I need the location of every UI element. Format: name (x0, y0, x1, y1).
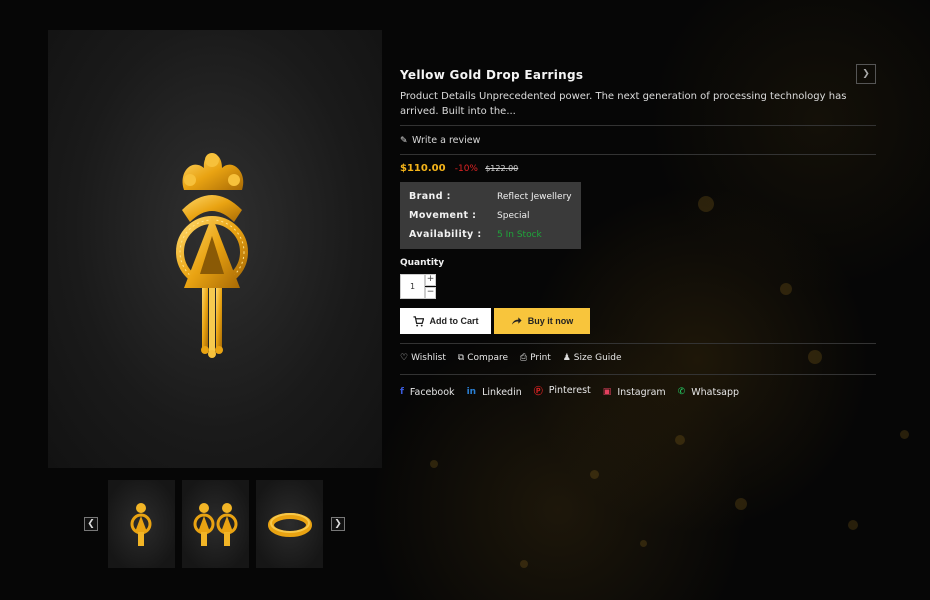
pinterest-label: Pinterest (548, 385, 591, 396)
pendant-thumb-image (130, 503, 152, 546)
product-actions: ♡ Wishlist ⧉ Compare ⎙ Print ♟ Size Guid… (400, 353, 631, 363)
pinterest-icon: Ⓟ (533, 387, 543, 397)
spec-row-movement: Movement : Special (409, 210, 529, 221)
copy-icon: ⧉ (457, 353, 465, 363)
heart-icon: ♡ (400, 353, 409, 363)
pencil-icon: ✎ (400, 136, 408, 146)
product-main-image[interactable] (48, 30, 382, 468)
size-guide-label: Size Guide (573, 353, 622, 363)
ring-thumb-image (268, 513, 312, 537)
spec-row-brand: Brand : Reflect Jewellery (409, 191, 572, 202)
stock-status: 5 In Stock (497, 230, 542, 240)
thumbnail-1[interactable] (108, 480, 175, 568)
quantity-label: Quantity (400, 258, 445, 268)
spec-key: Movement : (409, 210, 477, 221)
buy-now-label: Buy it now (527, 316, 574, 326)
spec-value: Reflect Jewellery (497, 192, 572, 202)
thumbnail-2[interactable] (182, 480, 249, 568)
spec-value: Special (497, 211, 530, 221)
quantity-increment-button[interactable]: + (425, 274, 436, 286)
print-label: Print (530, 353, 551, 363)
next-product-button[interactable]: ❯ (856, 64, 876, 84)
quantity-decrement-button[interactable]: − (425, 287, 436, 299)
product-title: Yellow Gold Drop Earrings (400, 68, 584, 82)
linkedin-label: Linkedin (482, 386, 522, 398)
chevron-right-icon: ❯ (334, 519, 342, 529)
divider (400, 125, 876, 126)
cart-icon (412, 315, 424, 327)
price-row: $110.00 -10% $122.00 (400, 163, 518, 174)
add-to-cart-button[interactable]: Add to Cart (400, 308, 491, 334)
thumb-next-button[interactable]: ❯ (331, 517, 345, 531)
thumb-prev-button[interactable]: ❮ (84, 517, 98, 531)
share-arrow-icon (511, 316, 522, 326)
wishlist-label: Wishlist (411, 353, 446, 363)
instagram-icon: ▣ (602, 387, 612, 397)
instagram-label: Instagram (617, 386, 666, 398)
earring-image (176, 153, 248, 358)
facebook-share-link[interactable]: f Facebook (400, 387, 455, 398)
write-review-label: Write a review (412, 135, 481, 146)
divider (400, 374, 876, 375)
whatsapp-label: Whatsapp (691, 386, 740, 398)
pinterest-share-link[interactable]: Ⓟ Pinterest (534, 384, 591, 397)
person-icon: ♟ (562, 353, 571, 363)
divider (400, 154, 876, 155)
add-to-cart-label: Add to Cart (429, 316, 479, 326)
linkedin-share-link[interactable]: in Linkedin (467, 387, 522, 398)
old-price: $122.00 (485, 164, 519, 173)
chevron-left-icon: ❮ (87, 519, 95, 529)
spec-key: Availability : (409, 229, 482, 240)
spec-row-availability: Availability : 5 In Stock (409, 229, 542, 240)
divider (400, 343, 876, 344)
compare-label: Compare (467, 353, 509, 363)
linkedin-icon: in (466, 387, 477, 397)
write-review-link[interactable]: ✎ Write a review (400, 135, 480, 146)
quantity-input[interactable]: 1 (400, 274, 425, 299)
print-link[interactable]: ⎙ Print (520, 353, 551, 363)
social-share: f Facebook in Linkedin Ⓟ Pinterest ▣ Ins… (400, 384, 748, 398)
current-price: $110.00 (400, 163, 446, 174)
buy-now-button[interactable]: Buy it now (494, 308, 590, 334)
wishlist-link[interactable]: ♡ Wishlist (400, 353, 446, 363)
whatsapp-share-link[interactable]: ✆ Whatsapp (678, 387, 739, 398)
chevron-right-icon: ❯ (862, 69, 870, 79)
spec-table: Brand : Reflect Jewellery Movement : Spe… (400, 182, 581, 249)
instagram-share-link[interactable]: ▣ Instagram (603, 387, 666, 398)
compare-link[interactable]: ⧉ Compare (458, 353, 508, 363)
printer-icon: ⎙ (519, 353, 528, 363)
discount-badge: -10% (454, 164, 478, 174)
spec-key: Brand : (409, 191, 451, 202)
whatsapp-icon: ✆ (677, 387, 686, 397)
facebook-label: Facebook (409, 386, 455, 398)
product-description: Product Details Unprecedented power. The… (400, 91, 847, 117)
size-guide-link[interactable]: ♟ Size Guide (563, 353, 622, 363)
earrings-pair-thumb-image (193, 503, 238, 546)
thumbnail-3[interactable] (256, 480, 323, 568)
facebook-icon: f (400, 387, 404, 397)
